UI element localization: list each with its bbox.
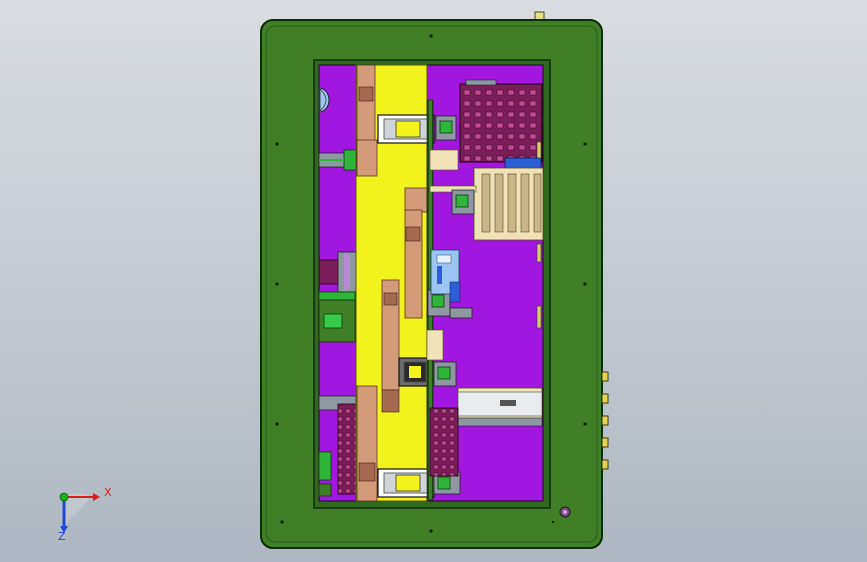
blue-plate[interactable] [430, 249, 461, 303]
triad-z-label: Z [58, 530, 66, 543]
slide-window-bottom [377, 468, 435, 498]
mold-assembly[interactable] [260, 19, 609, 549]
ejector-block-top[interactable] [459, 79, 543, 171]
slide-window-top [377, 114, 435, 144]
cad-viewport[interactable] [0, 0, 867, 562]
ejector-block-bottom[interactable] [429, 407, 459, 477]
triad-x-label: X [104, 486, 112, 499]
slide-window-middle [398, 357, 432, 387]
core-pull[interactable] [457, 387, 543, 427]
